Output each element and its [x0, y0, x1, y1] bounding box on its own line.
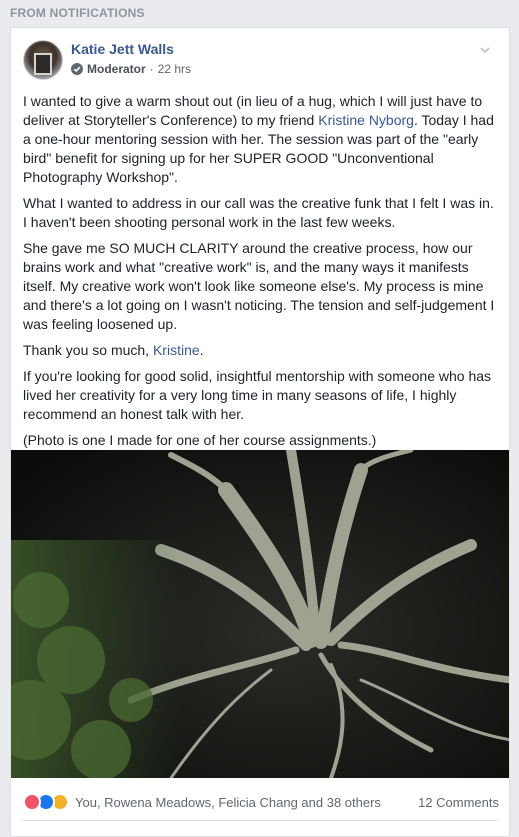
avatar[interactable] [23, 40, 63, 80]
post-time[interactable]: 22 hrs [158, 62, 191, 76]
post-header: Katie Jett Walls Moderator · 22 hrs [23, 40, 493, 80]
reaction-icons[interactable] [23, 793, 69, 811]
post-meta: Moderator · 22 hrs [71, 62, 191, 76]
post-paragraph: If you're looking for good solid, insigh… [23, 368, 492, 422]
moderator-badge-icon [71, 63, 83, 75]
comments-count[interactable]: 12 Comments [418, 795, 499, 810]
role-label: Moderator [87, 62, 146, 76]
meta-separator: · [149, 62, 154, 76]
post-body: I wanted to give a warm shout out (in li… [23, 92, 501, 457]
post-paragraph: I wanted to give a warm shout out (in li… [23, 92, 501, 187]
post-paragraph: Thank you so much, Kristine. [23, 341, 501, 360]
mention-link[interactable]: Kristine [153, 342, 200, 358]
reacted-by-text[interactable]: You, Rowena Meadows, Felicia Chang and 3… [75, 795, 381, 810]
love-reaction-icon [23, 793, 41, 811]
post-paragraph: She gave me SO MUCH CLARITY around the c… [23, 240, 495, 332]
paragraph-text: Thank you so much, [23, 342, 153, 358]
mention-link[interactable]: Kristine Nyborg [318, 112, 414, 128]
paragraph-text: . [199, 342, 204, 358]
post-card: Katie Jett Walls Moderator · 22 hrs I wa… [10, 27, 510, 837]
post-paragraph: (Photo is one I made for one of her cour… [23, 432, 377, 448]
post-photo[interactable] [11, 450, 510, 778]
post-footer: You, Rowena Meadows, Felicia Chang and 3… [23, 791, 499, 813]
author-name[interactable]: Katie Jett Walls [71, 41, 174, 57]
post-paragraph: What I wanted to address in our call was… [23, 195, 494, 230]
chevron-down-icon[interactable] [477, 42, 493, 58]
section-label: FROM NOTIFICATIONS [10, 6, 145, 20]
footer-divider [23, 820, 497, 821]
